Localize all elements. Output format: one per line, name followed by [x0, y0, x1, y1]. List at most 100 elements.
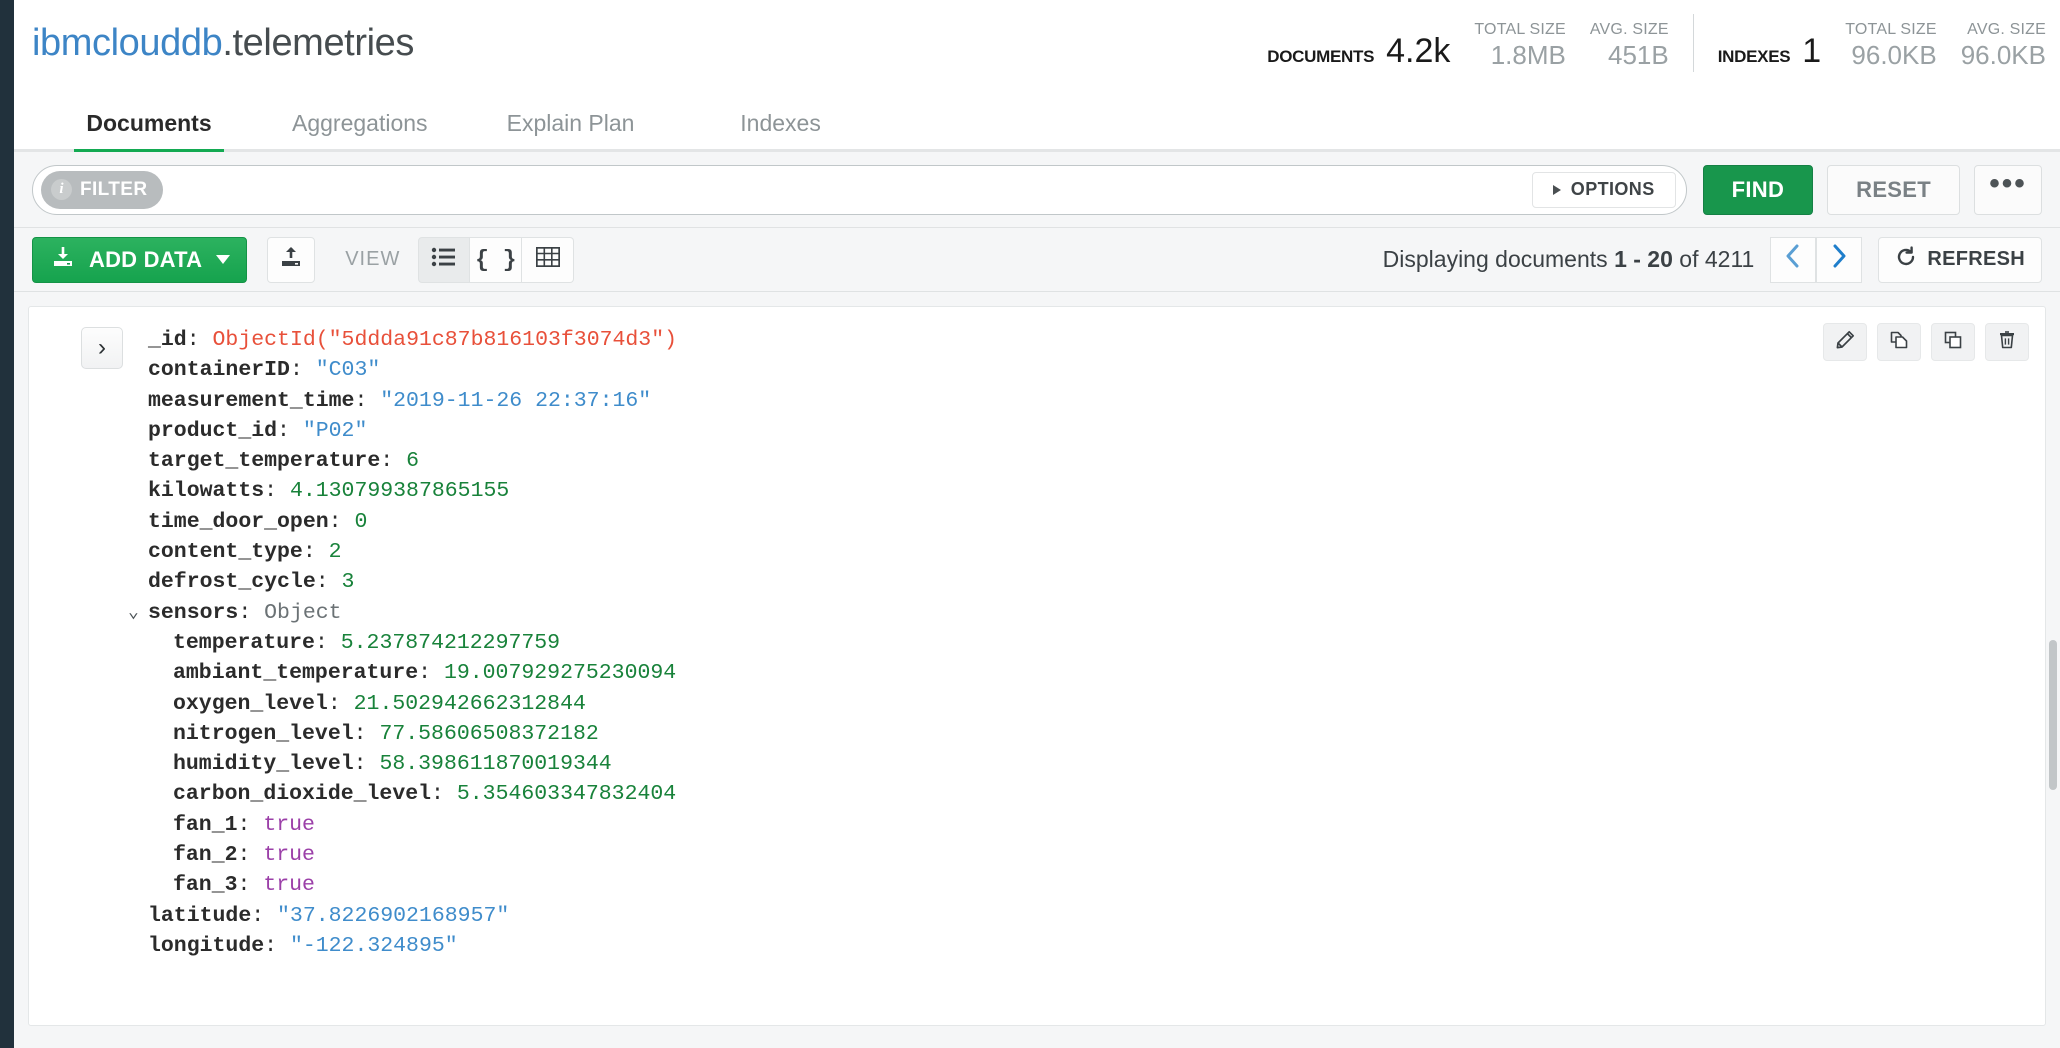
document-field-row[interactable]: defrost_cycle: 3 — [148, 567, 2045, 597]
document-card: › _id: ObjectId("5ddda91c87b816103f3074d… — [28, 306, 2046, 1026]
field-name: target_temperature — [148, 449, 381, 474]
export-button[interactable] — [267, 236, 316, 283]
document-list: › _id: ObjectId("5ddda91c87b816103f3074d… — [14, 292, 2060, 1048]
field-value: ObjectId("5ddda91c87b816103f3074d3") — [212, 328, 678, 352]
field-value: 4.130799387865155 — [289, 479, 510, 504]
view-mode-list-button[interactable] — [418, 236, 471, 283]
indexes-total-size-value: 96.0KB — [1851, 40, 1937, 70]
documents-avg-size: AVG. SIZE 451B — [1590, 21, 1669, 72]
field-value: "C03" — [315, 358, 381, 383]
collection-stats: DOCUMENTS 4.2k TOTAL SIZE 1.8MB AVG. SIZ… — [1267, 10, 2046, 72]
tab-aggregations[interactable]: Aggregations — [284, 98, 436, 149]
chevron-down-icon[interactable]: ⌄ — [128, 598, 139, 628]
chevron-left-icon — [1785, 244, 1801, 275]
indexes-stat-group: INDEXES 1 TOTAL SIZE 96.0KB AVG. SIZE 96… — [1718, 21, 2046, 72]
ellipsis-icon: ••• — [1989, 166, 2027, 200]
field-name: _id — [148, 328, 187, 352]
field-name: containerID — [148, 358, 290, 383]
documents-toolbar: ADD DATA VIEW {} Displaying documents 1… — [14, 228, 2060, 292]
document-field-row[interactable]: humidity_level: 58.398611870019344 — [148, 749, 2045, 779]
scrollbar-thumb[interactable] — [2049, 640, 2057, 790]
tab-indexes-label: Indexes — [740, 110, 821, 136]
document-field-row[interactable]: _id: ObjectId("5ddda91c87b816103f3074d3"… — [148, 325, 2045, 355]
field-colon: : — [328, 509, 355, 534]
field-value: true — [263, 812, 315, 837]
document-field-row[interactable]: oxygen_level: 21.502942662312844 — [148, 689, 2045, 719]
field-name: kilowatts — [148, 479, 265, 504]
field-value: 0 — [354, 509, 368, 534]
next-page-button[interactable] — [1816, 236, 1863, 283]
expand-document-button[interactable]: › — [81, 327, 123, 369]
find-button-label: FIND — [1731, 176, 1785, 202]
document-field-row[interactable]: nitrogen_level: 77.58606508372182 — [148, 719, 2045, 749]
document-field-row[interactable]: carbon_dioxide_level: 5.354603347832404 — [148, 779, 2045, 809]
document-field-row[interactable]: fan_1: true — [148, 810, 2045, 840]
field-colon: : — [277, 418, 303, 443]
document-field-row[interactable]: fan_2: true — [148, 840, 2045, 870]
refresh-button[interactable]: REFRESH — [1878, 236, 2042, 283]
displaying-middle: of — [1672, 246, 1705, 272]
documents-total-size-label: TOTAL SIZE — [1474, 21, 1566, 38]
field-name: fan_2 — [173, 843, 238, 868]
field-colon: : — [238, 600, 265, 625]
field-colon: : — [186, 328, 213, 352]
field-colon: : — [237, 843, 264, 868]
previous-page-button[interactable] — [1770, 236, 1817, 283]
tab-explain-plan[interactable]: Explain Plan — [496, 98, 646, 149]
table-icon — [535, 246, 560, 272]
view-mode-group: { } — [418, 236, 575, 283]
document-field-row[interactable]: target_temperature: 6 — [148, 446, 2045, 476]
view-mode-table-button[interactable] — [522, 236, 575, 283]
document-field-row[interactable]: time_door_open: 0 — [148, 507, 2045, 537]
indexes-total-size-label: TOTAL SIZE — [1845, 21, 1937, 38]
view-label: VIEW — [345, 248, 401, 270]
more-options-button[interactable]: ••• — [1974, 164, 2042, 215]
filter-input[interactable] — [163, 171, 1532, 208]
list-icon — [431, 247, 457, 272]
document-field-row-expandable[interactable]: ⌄ sensors: Object — [128, 598, 2045, 628]
add-data-button[interactable]: ADD DATA — [32, 236, 248, 283]
document-field-row[interactable]: kilowatts: 4.130799387865155 — [148, 476, 2045, 506]
indexes-stat: INDEXES 1 — [1718, 34, 1821, 72]
braces-icon: { } — [475, 246, 517, 273]
filter-input-wrapper[interactable]: i FILTER OPTIONS — [32, 164, 1687, 215]
find-button[interactable]: FIND — [1702, 164, 1814, 215]
field-colon: : — [264, 479, 290, 504]
documents-avg-size-value: 451B — [1608, 40, 1669, 70]
view-mode-json-button[interactable]: { } — [470, 236, 523, 283]
field-name: sensors — [148, 600, 239, 625]
field-colon: : — [251, 903, 278, 928]
document-field-row[interactable]: containerID: "C03" — [148, 355, 2045, 385]
indexes-avg-size-value: 96.0KB — [1960, 40, 2046, 70]
document-field-row[interactable]: content_type: 2 — [148, 537, 2045, 567]
tab-indexes[interactable]: Indexes — [706, 98, 856, 149]
document-field-row[interactable]: longitude: "-122.324895" — [148, 931, 2045, 961]
documents-avg-size-label: AVG. SIZE — [1589, 21, 1669, 38]
document-field-row[interactable]: measurement_time: "2019-11-26 22:37:16" — [148, 386, 2045, 416]
info-icon: i — [51, 179, 72, 200]
tab-documents[interactable]: Documents — [74, 98, 224, 152]
options-button[interactable]: OPTIONS — [1531, 171, 1676, 208]
chevron-right-icon — [1831, 244, 1847, 275]
field-value: true — [263, 873, 315, 898]
indexes-total-size: TOTAL SIZE 96.0KB — [1845, 21, 1937, 72]
field-name: product_id — [148, 418, 278, 443]
reset-button[interactable]: RESET — [1827, 164, 1960, 215]
displaying-range: 1 - 20 — [1614, 246, 1673, 272]
field-colon: : — [237, 873, 264, 898]
left-rail — [0, 0, 14, 1048]
indexes-label: INDEXES — [1717, 47, 1791, 66]
documents-total-size-value: 1.8MB — [1490, 40, 1566, 70]
document-field-row[interactable]: fan_3: true — [148, 870, 2045, 900]
document-field-row[interactable]: temperature: 5.237874212297759 — [148, 628, 2045, 658]
document-field-row[interactable]: product_id: "P02" — [148, 416, 2045, 446]
field-value: 58.398611870019344 — [379, 752, 612, 777]
document-field-row[interactable]: ambiant_temperature: 19.007929275230094 — [148, 658, 2045, 688]
documents-stat-group: DOCUMENTS 4.2k TOTAL SIZE 1.8MB AVG. SIZ… — [1267, 21, 1668, 72]
field-colon: : — [302, 540, 329, 565]
document-field-row[interactable]: latitude: "37.8226902168957" — [148, 901, 2045, 931]
field-colon: : — [327, 691, 354, 716]
refresh-label: REFRESH — [1927, 248, 2025, 270]
page-title: ibmclouddb.telemetries — [32, 22, 414, 65]
filter-badge[interactable]: i FILTER — [41, 170, 164, 209]
